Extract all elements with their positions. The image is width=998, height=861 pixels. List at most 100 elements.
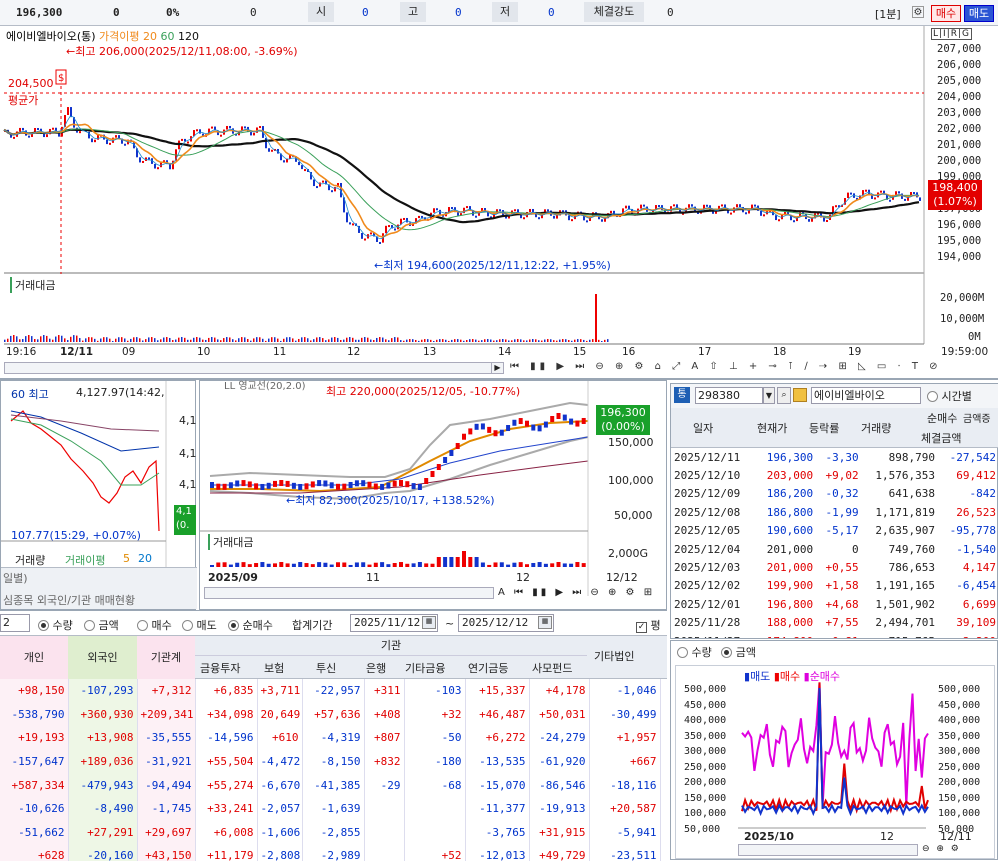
volume-bar — [430, 339, 432, 342]
volume-bar — [172, 340, 174, 342]
opt-buy[interactable]: 매수 — [137, 617, 172, 633]
candle — [850, 192, 852, 195]
flow-opt-qty[interactable]: 수량 — [677, 646, 712, 659]
time-tick: 19:59:00 — [941, 346, 989, 358]
table-row[interactable]: +19,193 +13,908 -35,555 -14,596 +610 -4,319 +8… — [0, 726, 661, 750]
table-row[interactable]: 2025/12/09 186,200 -0,32 641,638 -842 — [671, 485, 998, 503]
volume-bar — [427, 339, 429, 342]
candle — [301, 165, 303, 170]
daily-x-tick: 12/12 — [606, 571, 638, 584]
table-row[interactable]: 2025/12/04 201,000 0 749,760 -1,540 — [671, 540, 998, 558]
table-row[interactable]: 2025/12/11 196,300 -3,30 898,790 -27,542 — [671, 448, 998, 466]
table-row[interactable]: 2025/12/03 201,000 +0,55 786,653 4,147 — [671, 558, 998, 576]
table-cell: 2,635,907 — [875, 524, 935, 538]
daily-candle — [373, 483, 378, 490]
mini-y-tick: 4,1 — [179, 414, 197, 427]
daily-tab-label[interactable]: 일별) — [3, 570, 28, 586]
opt-sell[interactable]: 매도 — [182, 617, 217, 633]
current-price: 196,300 — [16, 6, 63, 19]
calendar-icon[interactable]: ▦ — [538, 616, 552, 629]
table-cell: 2025/12/10 — [674, 469, 741, 483]
opt-amount[interactable]: 금액 — [84, 617, 119, 633]
volume-bar — [97, 340, 99, 342]
table-row[interactable]: 2025/12/05 190,600 -5,17 2,635,907 -95,778 — [671, 522, 998, 540]
chart-scrollbar[interactable]: ▶ — [4, 362, 504, 374]
table-row[interactable]: 2025/12/10 203,000 +9,02 1,576,353 69,412 — [671, 466, 998, 484]
table-row[interactable]: -157,647 +189,036 -31,921 +55,504 -4,472 -8,1… — [0, 749, 661, 774]
avg-checkbox[interactable]: ✓ 평 — [636, 617, 661, 633]
buy-button[interactable]: 매수 — [931, 5, 961, 22]
candle — [148, 157, 150, 160]
search-icon[interactable]: ⌕ — [777, 387, 791, 404]
candle — [919, 197, 921, 201]
volume-bar — [94, 338, 96, 342]
volume-bar — [490, 339, 492, 342]
candle — [271, 149, 273, 152]
col-insurance: 보험 — [264, 662, 285, 675]
daily-toolbar[interactable]: A ⏮ ▮▮ ▶ ⏭ ⊖ ⊕ ⚙ ⊞ — [498, 587, 655, 598]
candle — [244, 126, 246, 129]
code-dropdown-icon[interactable]: ▼ — [763, 387, 775, 404]
volume-bar — [247, 338, 249, 342]
table-row[interactable]: -10,626 -8,490 -1,745 +33,241 -2,057 -1,639 -1… — [0, 796, 661, 821]
stock-type-icon[interactable]: 통 — [674, 387, 690, 403]
table-row[interactable]: 2025/12/08 186,800 -1,99 1,171,819 26,523 — [671, 503, 998, 521]
interval-label[interactable]: [1분] — [875, 6, 901, 22]
table-cell: -3,30 — [825, 450, 859, 464]
daily-volume-bar — [550, 563, 555, 567]
chart-toolbar[interactable]: ⏮ ▮▮ ▶ ⏭ ⊖ ⊕ ⚙ ⌂ ⤢ A ⇧ ⊥ + ⊸ ⊺ ∕ ⇢ ⊞ ◺ ▭… — [510, 361, 942, 372]
candle — [523, 217, 525, 220]
table-cell: -157,647 — [0, 749, 69, 774]
daily-volume-bar — [487, 564, 492, 567]
table-cell: +807 — [364, 726, 405, 750]
daily-y-tick: 50,000 — [614, 509, 653, 522]
table-row[interactable]: 2025/11/28 188,000 +7,55 2,494,701 39,109 — [671, 614, 998, 632]
table-row[interactable]: 2025/12/01 196,800 +4,68 1,501,902 6,699 — [671, 595, 998, 613]
table-row[interactable]: -51,662 +27,291 +29,697 +6,008 -1,606 -2,855 -… — [0, 820, 661, 845]
daily-candle — [417, 483, 422, 490]
stock-name-field[interactable]: 에이비엘바이오 — [811, 387, 921, 404]
flow-code-input[interactable]: 2 — [0, 614, 30, 632]
table-cell: +11,179 — [195, 844, 258, 861]
chart-tags[interactable]: L|I|R|G — [931, 28, 972, 40]
candle — [268, 148, 270, 152]
daily-candle — [525, 420, 529, 427]
daily-volume-bar — [474, 557, 479, 567]
price-tick: 203,000 — [937, 107, 982, 119]
gear-icon[interactable]: ⚙ — [912, 6, 924, 18]
investor-tab-label[interactable]: 심종목 외국인/기관 매매현황 — [3, 592, 135, 608]
flow-y-tick: 150,000 — [938, 792, 981, 804]
stock-code-input[interactable]: 298380 — [695, 387, 763, 404]
calendar-icon[interactable]: ▦ — [422, 616, 436, 629]
folder-icon[interactable] — [793, 388, 807, 402]
candle — [43, 133, 45, 138]
table-row[interactable]: +98,150 -107,293 +7,312 +6,835 +3,711 -22,957… — [0, 679, 661, 703]
change: 0 — [113, 6, 120, 19]
volume-bar — [508, 340, 510, 342]
candle — [739, 204, 741, 207]
volume-bar — [52, 339, 54, 342]
table-row[interactable]: +628 -20,160 +43,150 +11,179 -2,808 -2,989 +52… — [0, 844, 661, 861]
daily-volume-bar — [310, 564, 315, 567]
daily-candle — [279, 480, 284, 487]
opt-qty[interactable]: 수량 — [38, 617, 73, 633]
volume-bar — [322, 338, 324, 342]
table-row[interactable]: +587,334 -479,943 -94,494 +55,274 -6,670 -41,… — [0, 773, 661, 797]
daily-scrollbar[interactable] — [204, 587, 494, 599]
sell-button[interactable]: 매도 — [964, 5, 994, 22]
opt-net[interactable]: 순매수 — [228, 617, 273, 633]
flow-chart-scroll[interactable] — [738, 844, 918, 856]
price-tick: 201,000 — [937, 139, 982, 151]
flow-y-tick: 200,000 — [938, 777, 981, 788]
table-row[interactable]: -538,790 +360,930 +209,341 +34,098 20,649 +57… — [0, 702, 661, 727]
table-row[interactable]: 2025/12/02 199,900 +1,58 1,191,165 -6,454 — [671, 577, 998, 595]
flow-chart-toolbar[interactable]: ⊖ ⊕ ⚙ — [922, 844, 961, 854]
table-cell: -1,99 — [825, 505, 859, 519]
table-row[interactable]: 2025/11/27174,800+0,81715,7653,200 — [671, 632, 998, 638]
volume-bar — [466, 340, 468, 342]
volume-bar — [319, 337, 321, 342]
time-mode-radio[interactable]: 시간별 — [927, 388, 972, 404]
candle — [316, 186, 318, 189]
col-trade-amount: 체결금액 — [921, 432, 962, 445]
flow-opt-amount[interactable]: 금액 — [721, 646, 756, 659]
